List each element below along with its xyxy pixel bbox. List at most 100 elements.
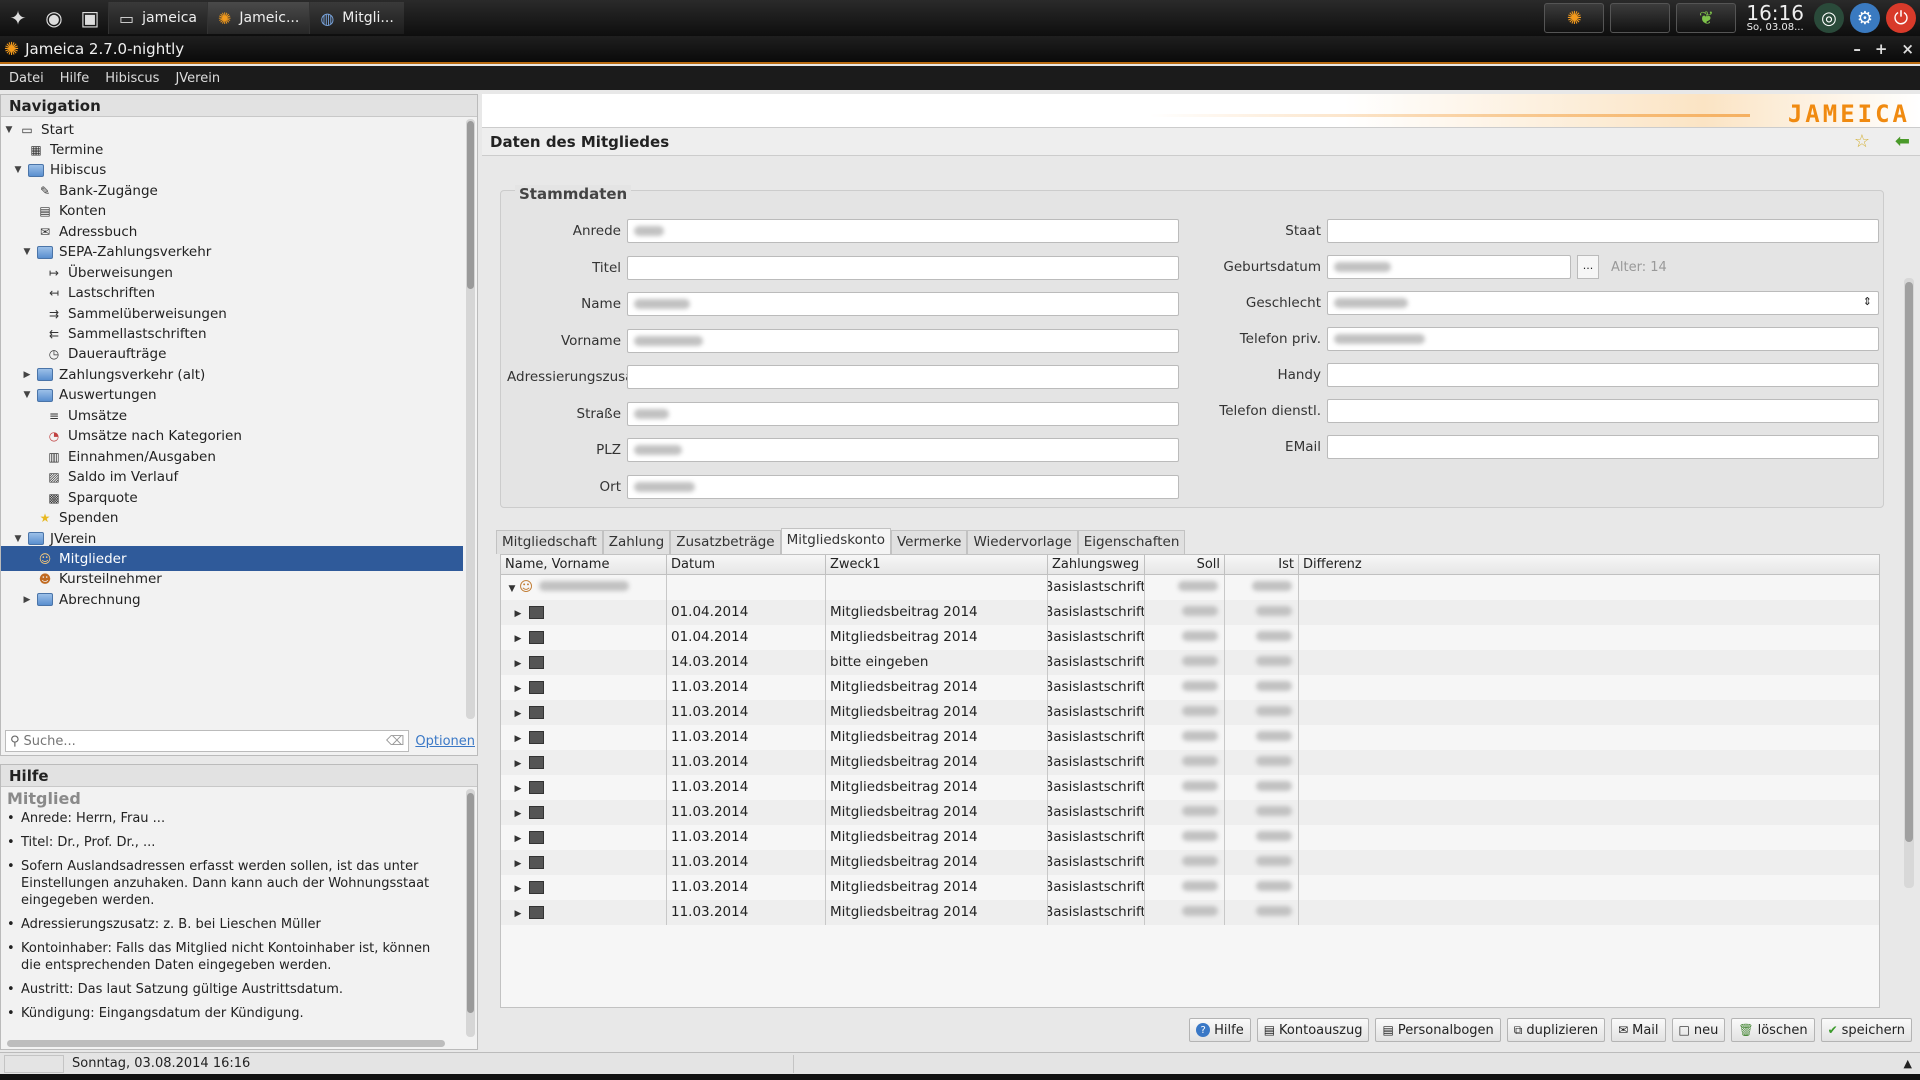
column-header[interactable]: Differenz bbox=[1299, 555, 1879, 574]
tray-jameica-icon[interactable]: ✺ bbox=[1544, 3, 1605, 33]
table-row[interactable]: ▶ 01.04.2014 Mitgliedsbeitrag 2014 Basislas… bbox=[501, 625, 1879, 650]
duplizieren-button[interactable]: ⧉ duplizieren bbox=[1506, 1018, 1606, 1042]
collapse-icon[interactable]: ▼ bbox=[505, 577, 519, 600]
sidebar-item-abrechnung[interactable]: ▶ Abrechnung bbox=[1, 587, 463, 612]
settings-icon[interactable]: ⚙ bbox=[1850, 3, 1880, 33]
network-icon[interactable]: ◎ bbox=[1814, 3, 1844, 33]
tree-toggle-icon[interactable]: ▶ bbox=[21, 595, 33, 605]
field-handy-input[interactable] bbox=[1327, 363, 1879, 387]
hilfe-button[interactable]: ? Hilfe bbox=[1189, 1018, 1251, 1042]
navigation-scrollbar[interactable] bbox=[466, 119, 475, 719]
power-icon[interactable]: ⏻ bbox=[1886, 3, 1916, 33]
table-row[interactable]: ▶ 14.03.2014 bitte eingeben Basislastschrif… bbox=[501, 650, 1879, 675]
speichern-button[interactable]: ✔ speichern bbox=[1820, 1018, 1912, 1042]
taskbar-task-2[interactable]: ◍ Mitgli... bbox=[309, 2, 404, 34]
table-row[interactable]: ▶ 11.03.2014 Mitgliedsbeitrag 2014 Basislas… bbox=[501, 725, 1879, 750]
field-geschlecht-input[interactable]: ⇕ bbox=[1327, 291, 1879, 315]
table-row[interactable]: ▶ 11.03.2014 Mitgliedsbeitrag 2014 Basislas… bbox=[501, 800, 1879, 825]
browser-launcher-icon[interactable]: ◉ bbox=[36, 2, 72, 34]
table-row[interactable]: ▶ 11.03.2014 Mitgliedsbeitrag 2014 Basislas… bbox=[501, 675, 1879, 700]
table-row[interactable]: ▶ 11.03.2014 Mitgliedsbeitrag 2014 Basislas… bbox=[501, 700, 1879, 725]
bookmark-star-icon[interactable]: ☆ bbox=[1854, 128, 1870, 156]
field-name-input[interactable] bbox=[627, 292, 1179, 316]
table-row[interactable]: ▶ 11.03.2014 Mitgliedsbeitrag 2014 Basislas… bbox=[501, 875, 1879, 900]
column-header[interactable]: Zweck1 bbox=[826, 555, 1048, 574]
tree-toggle-icon[interactable]: ▼ bbox=[21, 247, 33, 257]
tab-mitgliedschaft[interactable]: Mitgliedschaft bbox=[496, 530, 603, 554]
expand-icon[interactable]: ▶ bbox=[511, 702, 525, 725]
tab-eigenschaften[interactable]: Eigenschaften bbox=[1077, 530, 1186, 554]
tree-toggle-icon[interactable]: ▼ bbox=[21, 390, 33, 400]
expand-icon[interactable]: ▶ bbox=[511, 877, 525, 900]
tray-leaf-icon[interactable]: ❦ bbox=[1676, 3, 1737, 33]
field-vorname-input[interactable] bbox=[627, 328, 1179, 353]
tab-vermerke[interactable]: Vermerke bbox=[891, 530, 968, 554]
table-row[interactable]: ▶ 11.03.2014 Mitgliedsbeitrag 2014 Basislas… bbox=[501, 900, 1879, 925]
expand-icon[interactable]: ▶ bbox=[511, 852, 525, 875]
navigation-search[interactable]: ⚲ ⌫ bbox=[5, 730, 410, 752]
expand-icon[interactable]: ▶ bbox=[511, 827, 525, 850]
table-row[interactable]: ▶ 11.03.2014 Mitgliedsbeitrag 2014 Basislas… bbox=[501, 825, 1879, 850]
editor-launcher-icon[interactable]: ▣ bbox=[72, 2, 108, 34]
column-header[interactable]: Datum bbox=[667, 555, 826, 574]
tree-toggle-icon[interactable]: ▼ bbox=[12, 165, 24, 175]
tab-mitgliedskonto[interactable]: Mitgliedskonto bbox=[780, 528, 891, 554]
expand-icon[interactable]: ▶ bbox=[511, 802, 525, 825]
table-group-row[interactable]: ▼ ☺ Basislastschrift bbox=[501, 575, 1879, 600]
table-row[interactable]: ▶ 11.03.2014 Mitgliedsbeitrag 2014 Basislas… bbox=[501, 775, 1879, 800]
field-plz-input[interactable] bbox=[627, 438, 1179, 462]
field-straße-input[interactable] bbox=[627, 401, 1179, 426]
tree-toggle-icon[interactable]: ▼ bbox=[12, 534, 24, 544]
minimize-button[interactable]: – bbox=[1853, 40, 1861, 58]
tree-toggle-icon[interactable]: ▶ bbox=[21, 370, 33, 380]
table-row[interactable]: ▶ 01.04.2014 Mitgliedsbeitrag 2014 Basislas… bbox=[501, 600, 1879, 625]
tab-zahlung[interactable]: Zahlung bbox=[602, 530, 671, 554]
expand-icon[interactable]: ▶ bbox=[511, 752, 525, 775]
clock[interactable]: 16:16 So, 03.08... bbox=[1742, 3, 1808, 33]
column-header[interactable]: Ist bbox=[1225, 555, 1299, 574]
personalbogen-button[interactable]: ▤ Personalbogen bbox=[1375, 1018, 1501, 1042]
neu-button[interactable]: □ neu bbox=[1671, 1018, 1726, 1042]
date-picker-button[interactable]: ... bbox=[1577, 255, 1599, 279]
help-hscrollbar[interactable] bbox=[7, 1040, 445, 1047]
column-header[interactable]: Zahlungsweg bbox=[1048, 555, 1145, 574]
field-titel-input[interactable] bbox=[627, 255, 1179, 280]
table-row[interactable]: ▶ 11.03.2014 Mitgliedsbeitrag 2014 Basislas… bbox=[501, 750, 1879, 775]
field-anrede-input[interactable] bbox=[627, 219, 1179, 243]
table-row[interactable]: ▶ 11.03.2014 Mitgliedsbeitrag 2014 Basislas… bbox=[501, 850, 1879, 875]
menu-jverein[interactable]: JVerein bbox=[166, 71, 227, 86]
close-button[interactable]: × bbox=[1901, 40, 1914, 58]
menu-hibiscus[interactable]: Hibiscus bbox=[96, 71, 166, 86]
field-geburtsdatum-input[interactable] bbox=[1327, 255, 1571, 279]
taskbar-task-1[interactable]: ✺ Jameic... bbox=[207, 2, 310, 34]
tab-zusatzbeträge[interactable]: Zusatzbeträge bbox=[670, 530, 781, 554]
column-header[interactable]: Soll bbox=[1145, 555, 1225, 574]
expand-icon[interactable]: ▶ bbox=[511, 902, 525, 925]
help-scrollbar[interactable] bbox=[466, 789, 475, 1037]
expand-icon[interactable]: ▶ bbox=[511, 727, 525, 750]
field-staat-input[interactable] bbox=[1327, 219, 1879, 243]
field-ort-input[interactable] bbox=[627, 474, 1179, 499]
tray-empty-slot[interactable] bbox=[1610, 3, 1671, 33]
field-email-input[interactable] bbox=[1327, 435, 1879, 459]
field-telefon-dienstl--input[interactable] bbox=[1327, 399, 1879, 423]
expand-icon[interactable]: ▶ bbox=[511, 602, 525, 625]
main-scrollbar[interactable] bbox=[1904, 278, 1914, 888]
expand-icon[interactable]: ▶ bbox=[511, 677, 525, 700]
back-arrow-icon[interactable]: ⬅ bbox=[1895, 128, 1910, 156]
status-arrow-icon[interactable]: ▲ bbox=[1904, 1057, 1912, 1070]
menu-hilfe[interactable]: Hilfe bbox=[51, 71, 97, 86]
mail-button[interactable]: ✉ Mail bbox=[1611, 1018, 1666, 1042]
expand-icon[interactable]: ▶ bbox=[511, 627, 525, 650]
expand-icon[interactable]: ▶ bbox=[511, 652, 525, 675]
field-adressierungszusatz-input[interactable] bbox=[627, 365, 1179, 389]
menu-datei[interactable]: Datei bbox=[0, 71, 51, 86]
tree-toggle-icon[interactable]: ▼ bbox=[3, 125, 15, 135]
kontoauszug-button[interactable]: ▤ Kontoauszug bbox=[1256, 1018, 1370, 1042]
options-link[interactable]: Optionen bbox=[415, 734, 475, 749]
expand-icon[interactable]: ▶ bbox=[511, 777, 525, 800]
column-header[interactable]: Name, Vorname bbox=[501, 555, 667, 574]
löschen-button[interactable]: 🗑 löschen bbox=[1731, 1018, 1815, 1042]
taskbar-task-0[interactable]: ▭ jameica bbox=[108, 2, 208, 34]
maximize-button[interactable]: + bbox=[1875, 40, 1888, 58]
